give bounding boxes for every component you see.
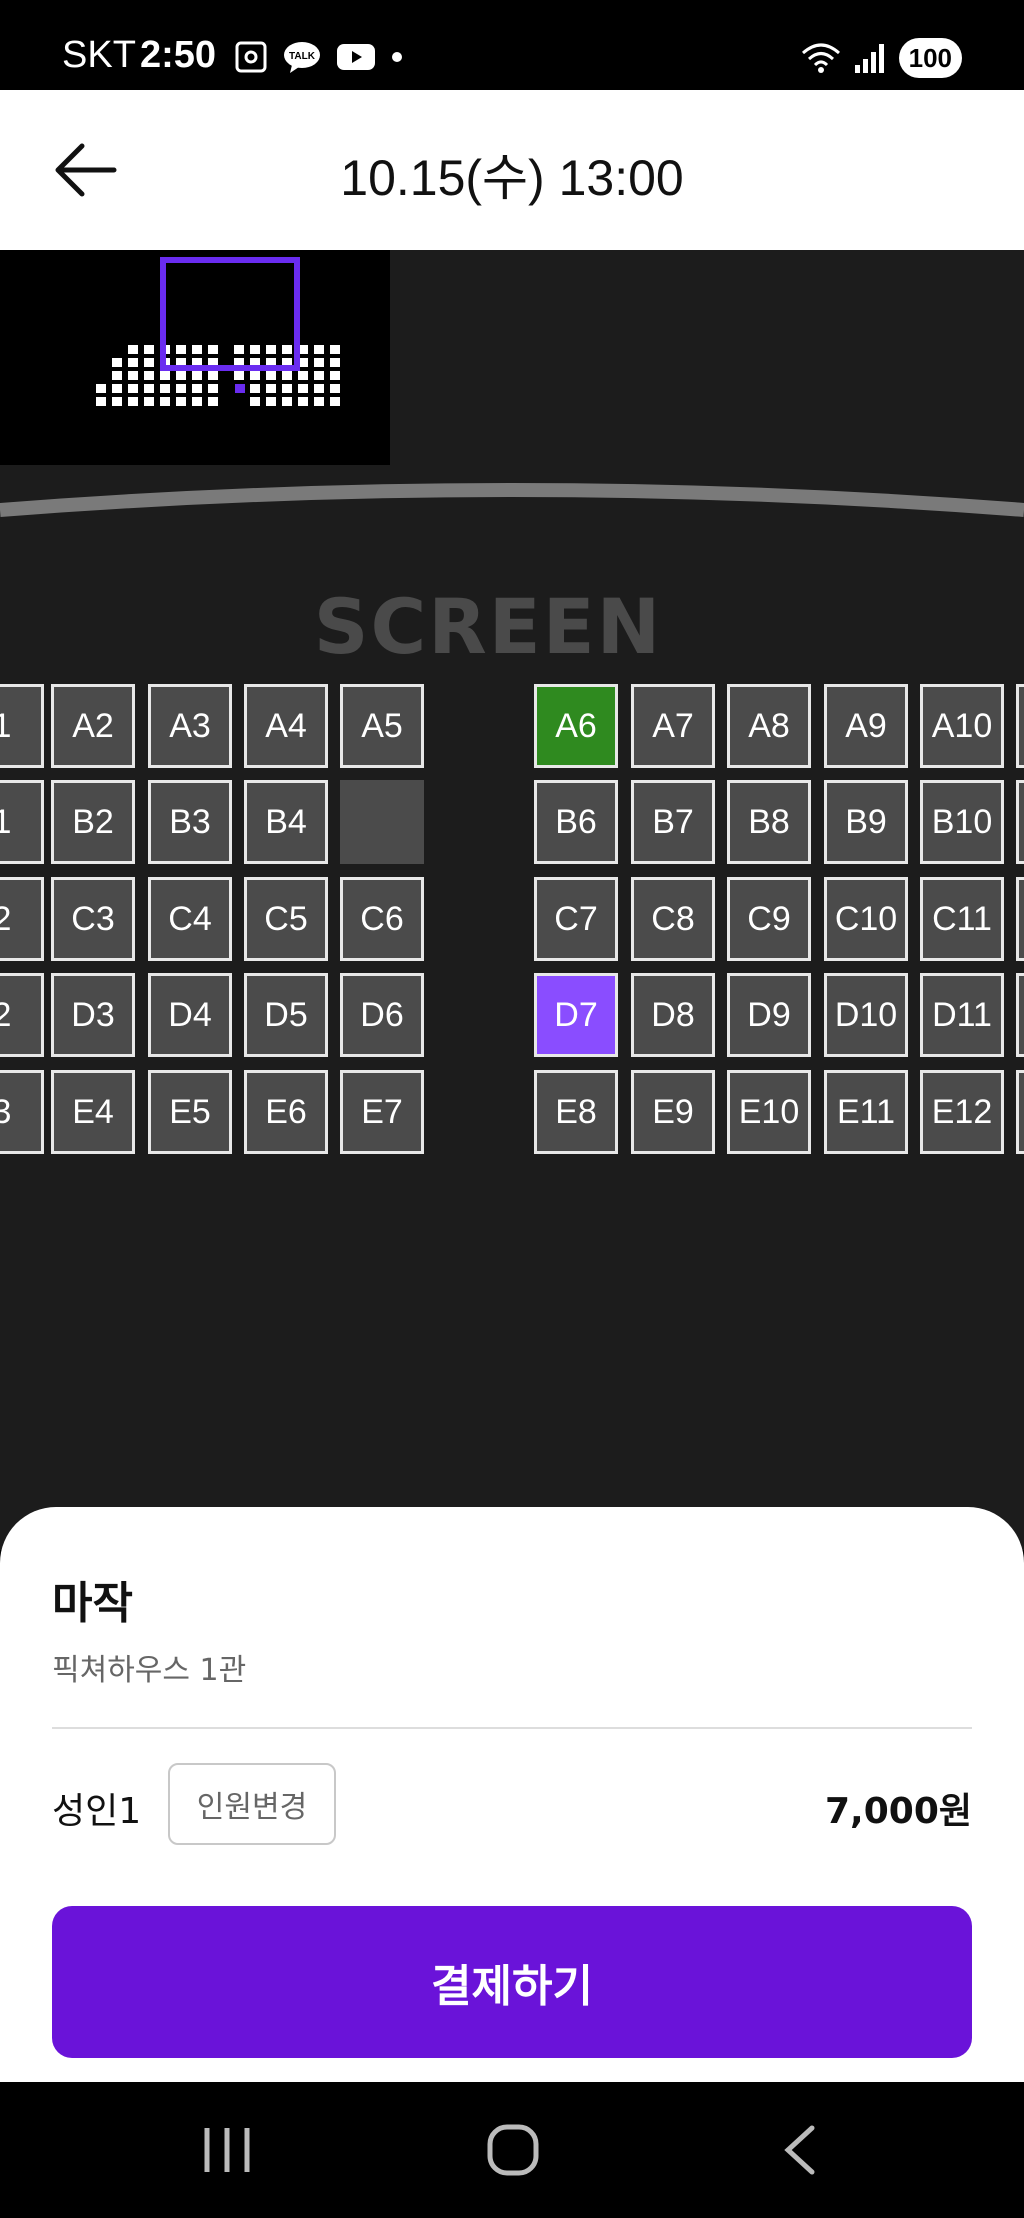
seat-2[interactable]: 2 (0, 973, 44, 1057)
notification-icons: TALK (234, 40, 404, 74)
seat-d11[interactable]: D11 (920, 973, 1004, 1057)
seat-e9[interactable]: E9 (631, 1070, 715, 1154)
system-nav-bar (0, 2082, 1024, 2218)
seat-a3[interactable]: A3 (148, 684, 232, 768)
seat-d7[interactable]: D7 (534, 973, 618, 1057)
seat-e6[interactable]: E6 (244, 1070, 328, 1154)
seat-c3[interactable]: C3 (51, 877, 135, 961)
seat-c4[interactable]: C4 (148, 877, 232, 961)
svg-text:TALK: TALK (289, 51, 316, 62)
seat-d6[interactable]: D6 (340, 973, 424, 1057)
seat-b9[interactable]: B9 (824, 780, 908, 864)
seat-map[interactable]: SCREEN 1 A2 A3 A4 A5 1 B2 B3 B4 2 C3 C4 C5 C6 2 D3 D4 D5 D… (0, 250, 1024, 1550)
seat-partial[interactable] (1016, 684, 1024, 768)
theater-name: 픽쳐하우스 1관 (52, 1653, 247, 1688)
seat-d8[interactable]: D8 (631, 973, 715, 1057)
seat-a5[interactable]: A5 (340, 684, 424, 768)
seat-c11[interactable]: C11 (920, 877, 1004, 961)
seat-c6[interactable]: C6 (340, 877, 424, 961)
seat-b2[interactable]: B2 (51, 780, 135, 864)
home-icon (487, 2124, 539, 2176)
seat-2[interactable]: 2 (0, 877, 44, 961)
recent-apps-button[interactable] (192, 2120, 262, 2180)
seat-partial[interactable] (1016, 973, 1024, 1057)
seat-partial[interactable] (1016, 1070, 1024, 1154)
seat-partial[interactable] (1016, 877, 1024, 961)
seat-e10[interactable]: E10 (727, 1070, 811, 1154)
back-icon (784, 2125, 815, 2175)
seat-partial[interactable] (1016, 780, 1024, 864)
seat-c9[interactable]: C9 (727, 877, 811, 961)
seat-d10[interactable]: D10 (824, 973, 908, 1057)
divider (52, 1727, 972, 1729)
seat-b8[interactable]: B8 (727, 780, 811, 864)
seat-a4[interactable]: A4 (244, 684, 328, 768)
pay-button[interactable]: 결제하기 (52, 1906, 972, 2058)
seat-d3[interactable]: D3 (51, 973, 135, 1057)
seat-c10[interactable]: C10 (824, 877, 908, 961)
change-people-button[interactable]: 인원변경 (168, 1763, 336, 1845)
notification-dot-icon (392, 52, 402, 62)
seat-e8[interactable]: E8 (534, 1070, 618, 1154)
seat-c5[interactable]: C5 (244, 877, 328, 961)
seat-a6[interactable]: A6 (534, 684, 618, 768)
people-count: 성인1 (52, 1791, 142, 1832)
seat-d5[interactable]: D5 (244, 973, 328, 1057)
seat-b6[interactable]: B6 (534, 780, 618, 864)
status-bar: SKT 2:50 TALK 100 (0, 0, 1024, 90)
seat-b3[interactable]: B3 (148, 780, 232, 864)
seat-e7[interactable]: E7 (340, 1070, 424, 1154)
seat-1[interactable]: 1 (0, 780, 44, 864)
seat-b7[interactable]: B7 (631, 780, 715, 864)
seat-a9[interactable]: A9 (824, 684, 908, 768)
seat-3[interactable]: 3 (0, 1070, 44, 1154)
signal-icon (854, 44, 884, 73)
seat-c7[interactable]: C7 (534, 877, 618, 961)
movie-title: 마작 (52, 1578, 133, 1629)
carrier-label: SKT (62, 34, 136, 76)
seat-b10[interactable]: B10 (920, 780, 1004, 864)
seat-e4[interactable]: E4 (51, 1070, 135, 1154)
seat-a10[interactable]: A10 (920, 684, 1004, 768)
youtube-icon (337, 44, 375, 70)
seat-e12[interactable]: E12 (920, 1070, 1004, 1154)
seat-a8[interactable]: A8 (727, 684, 811, 768)
recent-apps-icon (204, 2128, 250, 2172)
battery-level: 100 (898, 38, 962, 78)
seat-a7[interactable]: A7 (631, 684, 715, 768)
seat-d4[interactable]: D4 (148, 973, 232, 1057)
home-button[interactable] (478, 2120, 548, 2180)
wifi-icon (801, 43, 840, 73)
kakaotalk-icon: TALK (284, 42, 320, 73)
header: 10.15(수) 13:00 (0, 90, 1024, 250)
seat-b4[interactable]: B4 (244, 780, 328, 864)
seat-c8[interactable]: C8 (631, 877, 715, 961)
showtime-title: 10.15(수) 13:00 (340, 150, 684, 206)
seat-e5[interactable]: E5 (148, 1070, 232, 1154)
nav-back-button[interactable] (766, 2120, 836, 2180)
system-indicators: 100 (801, 38, 962, 78)
booking-summary-sheet: 마작 픽쳐하우스 1관 성인1 인원변경 7,000원 결제하기 (0, 1507, 1024, 2082)
clock-time: 2:50 (140, 34, 217, 76)
seat-e11[interactable]: E11 (824, 1070, 908, 1154)
seat-blank (340, 780, 424, 864)
seat-grid: 1 A2 A3 A4 A5 1 B2 B3 B4 2 C3 C4 C5 C6 2 D3 D4 D5 D6 3 E4 E5 E… (0, 250, 1024, 1550)
seat-a2[interactable]: A2 (51, 684, 135, 768)
seat-1[interactable]: 1 (0, 684, 44, 768)
seat-d9[interactable]: D9 (727, 973, 811, 1057)
total-price: 7,000원 (825, 1791, 972, 1832)
screenshot-icon (235, 41, 267, 73)
